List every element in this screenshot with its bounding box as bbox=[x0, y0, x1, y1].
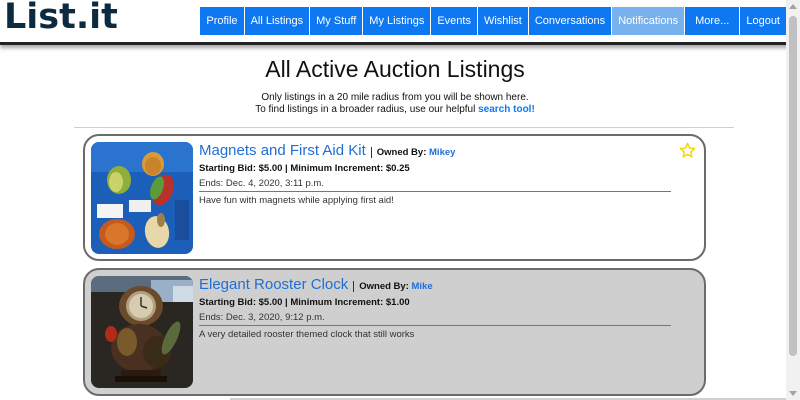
nav-wishlist[interactable]: Wishlist bbox=[476, 7, 528, 35]
listing-title[interactable]: Magnets and First Aid Kit bbox=[199, 142, 366, 159]
nav-logout[interactable]: Logout bbox=[739, 7, 786, 35]
nav-my-listings[interactable]: My Listings bbox=[362, 7, 431, 35]
min-increment: Minimum Increment: $0.25 bbox=[290, 163, 410, 174]
end-time: Ends: Dec. 4, 2020, 3:11 p.m. bbox=[199, 178, 671, 192]
magnets-photo bbox=[91, 142, 193, 254]
owned-by-label: Owned By: bbox=[359, 281, 409, 292]
nav-notifications[interactable]: Notifications bbox=[611, 7, 685, 35]
listing-body: Elegant Rooster Clock Owned By: Mike Sta… bbox=[199, 276, 679, 340]
search-tool-link[interactable]: search tool! bbox=[478, 104, 535, 115]
listing-image[interactable] bbox=[91, 142, 193, 254]
starting-bid: Starting Bid: $5.00 bbox=[199, 163, 283, 174]
intro-line-2-text: To find listings in a broader radius, us… bbox=[255, 104, 476, 115]
nav-my-stuff[interactable]: My Stuff bbox=[309, 7, 363, 35]
listing-title[interactable]: Elegant Rooster Clock bbox=[199, 276, 348, 293]
nav-profile[interactable]: Profile bbox=[199, 7, 244, 35]
listing-description: Have fun with magnets while applying fir… bbox=[199, 195, 394, 206]
listing-description: A very detailed rooster themed clock tha… bbox=[199, 329, 415, 340]
owner-info: Owned By: Mike bbox=[353, 281, 433, 292]
scrollbar-thumb[interactable] bbox=[789, 16, 797, 356]
owner-link[interactable]: Mikey bbox=[429, 147, 455, 158]
listing-image[interactable] bbox=[91, 276, 193, 388]
vertical-scrollbar[interactable] bbox=[786, 0, 800, 400]
starting-bid: Starting Bid: $5.00 bbox=[199, 297, 283, 308]
intro-line-2: To find listings in a broader radius, us… bbox=[0, 104, 790, 116]
owner-link[interactable]: Mike bbox=[412, 281, 433, 292]
nav-events[interactable]: Events bbox=[430, 7, 477, 35]
listing-title-row: Elegant Rooster Clock Owned By: Mike bbox=[199, 276, 679, 293]
scroll-down-arrow-icon[interactable] bbox=[789, 391, 797, 396]
nav-conversations[interactable]: Conversations bbox=[527, 7, 612, 35]
owner-info: Owned By: Mikey bbox=[370, 147, 455, 158]
end-time: Ends: Dec. 3, 2020, 9:12 p.m. bbox=[199, 312, 671, 326]
star-icon[interactable] bbox=[679, 142, 696, 159]
scroll-up-arrow-icon[interactable] bbox=[789, 4, 797, 9]
heading-divider bbox=[74, 127, 734, 128]
top-header: List.it Profile All Listings My Stuff My… bbox=[0, 0, 800, 45]
nav-all-listings[interactable]: All Listings bbox=[243, 7, 310, 35]
nav-more-dropdown[interactable]: More... bbox=[684, 7, 740, 35]
listing-title-row: Magnets and First Aid Kit Owned By: Mike… bbox=[199, 142, 679, 159]
intro-line-1: Only listings in a 20 mile radius from y… bbox=[261, 92, 529, 103]
intro-text: Only listings in a 20 mile radius from y… bbox=[0, 92, 790, 116]
rooster-clock-photo bbox=[91, 276, 193, 388]
bid-info: Starting Bid: $5.00 | Minimum Increment:… bbox=[199, 297, 410, 308]
page-title: All Active Auction Listings bbox=[265, 56, 525, 82]
min-increment: Minimum Increment: $1.00 bbox=[290, 297, 410, 308]
listing-body: Magnets and First Aid Kit Owned By: Mike… bbox=[199, 142, 679, 206]
site-logo[interactable]: List.it bbox=[4, 0, 118, 37]
main-nav: Profile All Listings My Stuff My Listing… bbox=[199, 7, 786, 35]
owned-by-label: Owned By: bbox=[376, 147, 427, 158]
bid-info: Starting Bid: $5.00 | Minimum Increment:… bbox=[199, 163, 410, 174]
listing-card[interactable]: Elegant Rooster Clock Owned By: Mike Sta… bbox=[83, 268, 706, 396]
listing-card[interactable]: Magnets and First Aid Kit Owned By: Mike… bbox=[83, 134, 706, 261]
